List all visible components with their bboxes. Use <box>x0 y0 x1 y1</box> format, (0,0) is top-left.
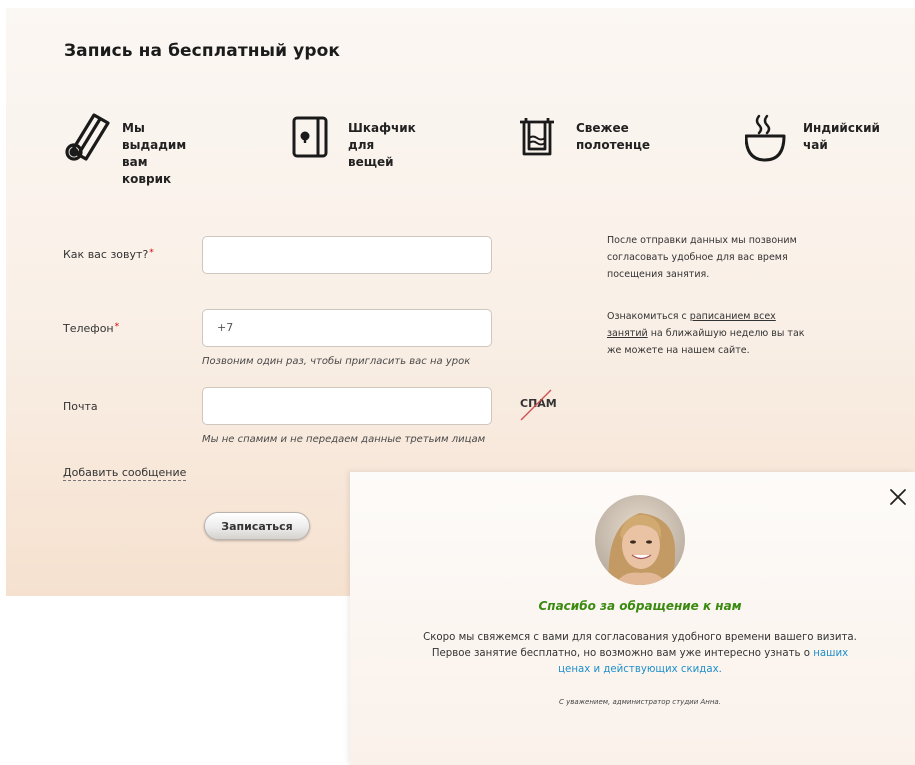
phone-hint: Позвоним один раз, чтобы пригласить вас … <box>202 356 471 367</box>
thank-you-modal: Спасибо за обращение к нам Скоро мы свяж… <box>350 472 915 765</box>
locker-icon <box>292 116 328 158</box>
thanks-message: Скоро мы свяжемся с вами для согласовани… <box>423 632 857 675</box>
tea-cup-icon <box>745 114 786 162</box>
side-info-schedule: Ознакомиться с раписанием всех занятий н… <box>607 311 805 356</box>
add-message-link[interactable]: Добавить сообщение <box>63 466 187 481</box>
required-mark: * <box>114 322 120 332</box>
phone-input[interactable]: +7 <box>202 309 492 347</box>
signature: С уважением, администратор студии Анна. <box>559 698 721 706</box>
feature-tea-text: Индийский чай <box>803 121 880 152</box>
side-info-call: После отправки данных мы позвоним соглас… <box>607 235 797 280</box>
email-hint: Мы не спамим и не передаем данные третьи… <box>202 434 486 445</box>
submit-button[interactable]: Записаться <box>204 512 310 540</box>
name-label: Как вас зовут?* <box>63 248 154 261</box>
close-icon[interactable] <box>887 486 909 508</box>
towel-icon <box>520 118 554 156</box>
required-mark: * <box>149 248 154 258</box>
email-label: Почта <box>63 400 98 413</box>
email-input[interactable] <box>202 387 492 425</box>
name-input[interactable] <box>202 236 492 274</box>
feature-towel-text: Свежее полотенце <box>576 121 650 152</box>
yoga-mat-icon <box>65 113 110 161</box>
thanks-heading: Спасибо за обращение к нам <box>538 599 742 613</box>
feature-mat-text: Мы выдадим вам коврик <box>122 121 187 186</box>
admin-avatar <box>595 495 685 585</box>
page-title: Запись на бесплатный урок <box>64 41 341 61</box>
feature-locker-text: Шкафчик для вещей <box>348 121 416 169</box>
phone-label: Телефон* <box>63 322 120 335</box>
strike-line-icon <box>520 389 552 421</box>
